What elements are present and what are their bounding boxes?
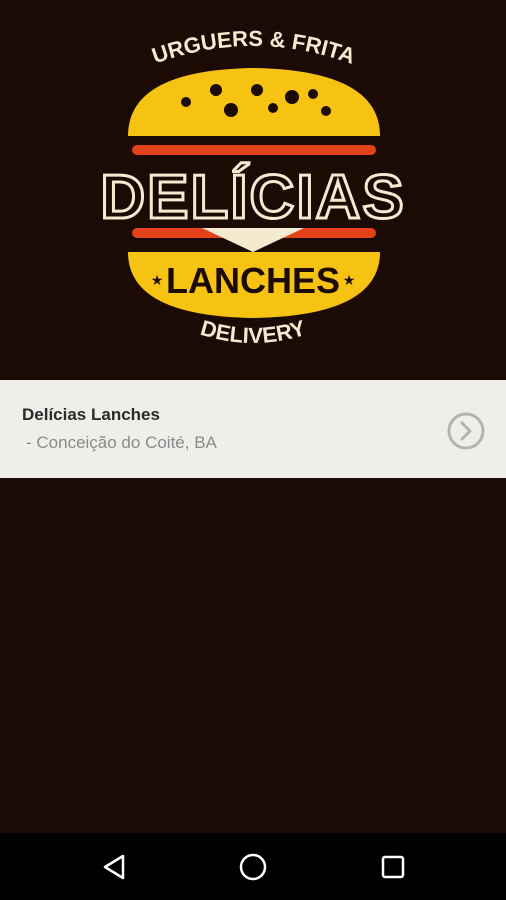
home-circle-icon (239, 853, 267, 880)
recents-square-icon (381, 855, 405, 878)
system-nav-bar (0, 833, 506, 900)
svg-text:BURGUERS & FRITAS: BURGUERS & FRITAS (0, 0, 359, 69)
logo-footer-text: DELIVERY (198, 315, 309, 348)
store-card[interactable] (0, 380, 506, 478)
star-left-icon: ★ (151, 272, 164, 288)
store-name: Delícias Lanches (22, 405, 160, 424)
recents-button[interactable] (360, 833, 426, 900)
logo-main-text: DELÍCIAS (100, 163, 405, 232)
store-location: - Conceição do Coité, BA (26, 433, 217, 452)
chevron-right-circle-icon[interactable] (446, 411, 486, 451)
star-right-icon: ★ (343, 272, 356, 288)
burger-logo-graphic: BURGUERS & FRITAS DELÍCIAS (0, 0, 405, 348)
brand-logo: BURGUERS & FRITAS DELÍCIAS (0, 0, 506, 380)
logo-top-text: BURGUERS & FRITAS (0, 0, 359, 69)
back-triangle-icon (103, 854, 125, 879)
back-button[interactable] (81, 833, 147, 900)
logo-bottom-text: LANCHES (166, 260, 340, 301)
home-button[interactable] (220, 833, 286, 900)
top-bun-shape (128, 68, 380, 136)
app-screen: BURGUERS & FRITAS DELÍCIAS (0, 0, 506, 900)
sauce-stripe-top (132, 145, 376, 155)
cheese-triangle (202, 228, 304, 252)
svg-text:DELIVERY: DELIVERY (198, 315, 309, 348)
